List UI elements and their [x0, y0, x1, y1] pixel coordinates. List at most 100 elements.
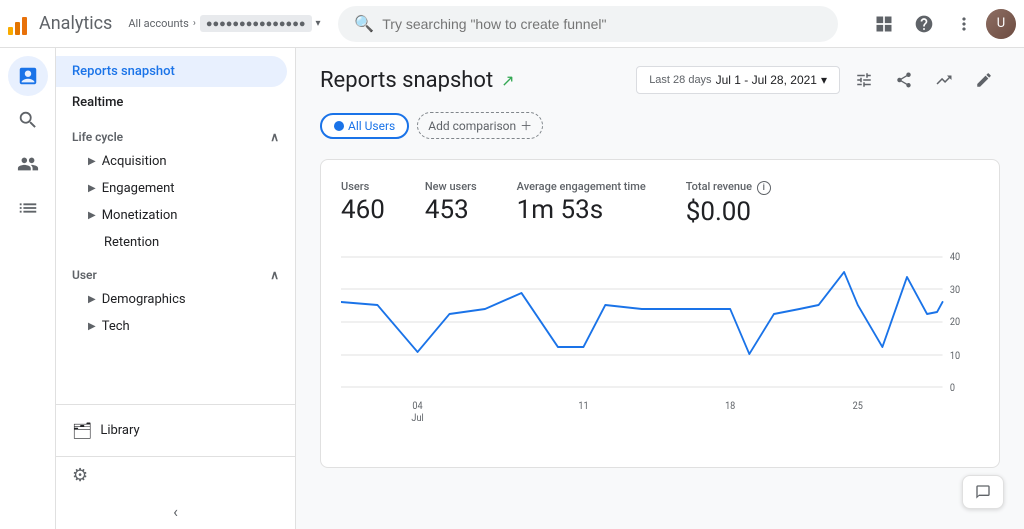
rail-icon-search[interactable]: [8, 100, 48, 140]
date-range-picker[interactable]: Last 28 days Jul 1 - Jul 28, 2021 ▾: [636, 66, 840, 94]
chevron-down-icon: ▾: [316, 18, 321, 29]
svg-text:18: 18: [725, 401, 735, 412]
arrow-icon: ▶: [88, 321, 96, 332]
account-selector[interactable]: All accounts › ●●●●●●●●●●●●●●● ▾: [128, 15, 320, 32]
settings-icon: ⚙: [72, 465, 88, 486]
line-chart: 40 30 20 10 0 04 Jul 11 18 25: [341, 247, 979, 447]
collapse-icon: ‹: [173, 502, 178, 521]
analytics-logo: [8, 13, 27, 35]
rail-icon-audience[interactable]: [8, 144, 48, 184]
content-title: Reports snapshot ↗: [320, 68, 515, 93]
edit-button[interactable]: [968, 64, 1000, 96]
metric-users-value: 460: [341, 195, 385, 225]
svg-text:Jul: Jul: [411, 413, 423, 424]
metric-total-revenue-label: Total revenue i: [686, 180, 771, 195]
topbar: Analytics All accounts › ●●●●●●●●●●●●●●●…: [0, 0, 1024, 48]
search-bar[interactable]: 🔍: [338, 6, 838, 42]
lifecycle-collapse-icon[interactable]: ∧: [270, 130, 279, 144]
customize-report-button[interactable]: [848, 64, 880, 96]
date-chevron-icon: ▾: [821, 73, 827, 87]
sidebar-item-demographics[interactable]: ▶ Demographics: [64, 286, 295, 313]
sidebar-item-reports-snapshot[interactable]: Reports snapshot: [56, 56, 287, 87]
page-title: Reports snapshot: [320, 68, 493, 93]
svg-text:0: 0: [950, 383, 955, 394]
metrics-row: Users 460 New users 453 Average engageme…: [341, 180, 979, 227]
user-section: User ∧: [56, 256, 295, 286]
account-name: ●●●●●●●●●●●●●●●: [200, 15, 312, 32]
sidebar-item-realtime[interactable]: Realtime: [56, 87, 287, 118]
sidebar-nav: Reports snapshot Realtime Life cycle ∧ ▶…: [56, 48, 295, 348]
sidebar-item-library[interactable]: 🗂 Library: [72, 413, 279, 448]
rail-icon-events[interactable]: [8, 188, 48, 228]
sidebar-item-engagement[interactable]: ▶ Engagement: [64, 175, 295, 202]
chart-card: Users 460 New users 453 Average engageme…: [320, 159, 1000, 468]
chart-container: 40 30 20 10 0 04 Jul 11 18 25: [341, 247, 979, 447]
arrow-icon: ▶: [88, 156, 96, 167]
segment-label: All Users: [348, 119, 395, 133]
sidebar-item-tech[interactable]: ▶ Tech: [64, 313, 295, 340]
metric-new-users: New users 453: [425, 180, 477, 227]
svg-text:40: 40: [950, 252, 960, 263]
sidebar: Reports snapshot Realtime Life cycle ∧ ▶…: [56, 48, 296, 529]
search-input[interactable]: [382, 16, 822, 32]
sidebar-item-label: Reports snapshot: [72, 64, 175, 79]
user-collapse-icon[interactable]: ∧: [270, 268, 279, 282]
feedback-button[interactable]: [962, 475, 1004, 509]
insights-button[interactable]: [928, 64, 960, 96]
arrow-icon: ▶: [88, 183, 96, 194]
icon-rail: [0, 48, 56, 529]
svg-text:11: 11: [578, 401, 588, 412]
metric-new-users-value: 453: [425, 195, 477, 225]
chart-line: [341, 272, 943, 354]
search-icon: 🔍: [354, 14, 374, 33]
metric-avg-engagement-value: 1m 53s: [517, 195, 646, 225]
arrow-icon: ▶: [88, 210, 96, 221]
sidebar-item-acquisition[interactable]: ▶ Acquisition: [64, 148, 295, 175]
sidebar-item-monetization[interactable]: ▶ Monetization: [64, 202, 295, 229]
content-area: Reports snapshot ↗ Last 28 days Jul 1 - …: [296, 48, 1024, 529]
help-button[interactable]: [906, 6, 942, 42]
main-layout: Reports snapshot Realtime Life cycle ∧ ▶…: [0, 48, 1024, 529]
sidebar-item-retention[interactable]: Retention: [64, 229, 295, 256]
segment-dot: [334, 121, 344, 131]
svg-text:25: 25: [853, 401, 863, 412]
more-options-button[interactable]: [946, 6, 982, 42]
avatar[interactable]: U: [986, 9, 1016, 39]
grid-icon-button[interactable]: [866, 6, 902, 42]
all-users-segment[interactable]: All Users: [320, 113, 409, 139]
lifecycle-section: Life cycle ∧: [56, 118, 295, 148]
filter-row: All Users Add comparison ＋: [320, 112, 1000, 139]
sidebar-item-label: Realtime: [72, 95, 123, 110]
add-comparison-label: Add comparison: [428, 119, 516, 133]
metric-total-revenue: Total revenue i $0.00: [686, 180, 771, 227]
arrow-icon: ▶: [88, 294, 96, 305]
rail-icon-reports[interactable]: [8, 56, 48, 96]
svg-text:20: 20: [950, 317, 960, 328]
header-actions: Last 28 days Jul 1 - Jul 28, 2021 ▾: [636, 64, 1000, 96]
info-icon[interactable]: i: [757, 181, 771, 195]
collapse-sidebar-button[interactable]: ‹: [56, 494, 295, 529]
metric-new-users-label: New users: [425, 180, 477, 193]
sidebar-footer: 🗂 Library: [56, 404, 295, 456]
settings-button[interactable]: ⚙: [56, 456, 295, 494]
metric-users-label: Users: [341, 180, 385, 193]
title-link-icon[interactable]: ↗: [501, 71, 514, 90]
share-button[interactable]: [888, 64, 920, 96]
plus-icon: ＋: [520, 117, 532, 134]
date-range-value: Jul 1 - Jul 28, 2021: [716, 73, 817, 87]
metric-avg-engagement: Average engagement time 1m 53s: [517, 180, 646, 227]
svg-text:10: 10: [950, 351, 960, 362]
metric-users: Users 460: [341, 180, 385, 227]
svg-text:30: 30: [950, 285, 960, 296]
library-icon: 🗂: [72, 421, 92, 440]
add-comparison-button[interactable]: Add comparison ＋: [417, 112, 543, 139]
metric-total-revenue-value: $0.00: [686, 197, 771, 227]
app-title: Analytics: [39, 13, 112, 34]
lifecycle-subsection: ▶ Acquisition ▶ Engagement ▶ Monetizatio…: [56, 148, 295, 256]
user-subsection: ▶ Demographics ▶ Tech: [56, 286, 295, 340]
topbar-right: U: [866, 6, 1016, 42]
metric-avg-engagement-label: Average engagement time: [517, 180, 646, 193]
date-range-label: Last 28 days: [649, 74, 711, 86]
svg-text:04: 04: [412, 401, 423, 412]
content-header: Reports snapshot ↗ Last 28 days Jul 1 - …: [320, 64, 1000, 96]
